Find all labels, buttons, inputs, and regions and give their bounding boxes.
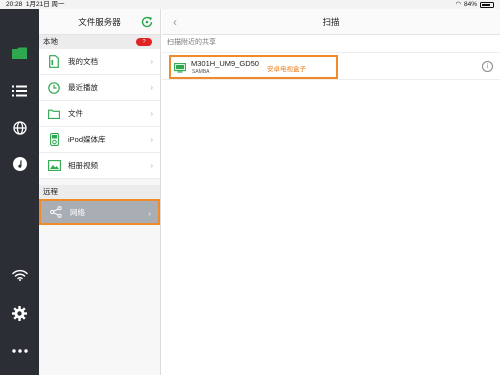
wifi-icon — [11, 269, 28, 281]
help-badge[interactable]: ? — [136, 38, 152, 46]
refresh-icon[interactable] — [140, 15, 154, 29]
status-left: 20:28 1月21日 周一 — [6, 0, 65, 9]
folder-icon — [12, 47, 27, 59]
sidebar-item-label: 文件 — [68, 109, 83, 118]
share-protocol: SAMBA — [192, 69, 210, 75]
clock-icon — [47, 81, 61, 95]
sidebar-item-my-documents[interactable]: 我的文档 › — [39, 49, 160, 75]
chevron-right-icon: › — [148, 209, 151, 218]
document-icon — [47, 55, 61, 69]
ipod-icon — [47, 133, 61, 147]
rail-list-button[interactable] — [0, 78, 39, 104]
scan-panel: ‹ 扫描 扫描附近的共享 M301H_UM9_GD50 SAMBA 安卓电视盒子… — [162, 9, 500, 375]
share-annotation: 安卓电视盒子 — [267, 66, 306, 73]
sidebar-item-ipod-library[interactable]: iPod媒体库 › — [39, 127, 160, 153]
rail-more-button[interactable] — [0, 338, 39, 364]
chevron-right-icon: › — [150, 83, 153, 92]
gear-icon — [12, 305, 27, 321]
wifi-status-icon: ◠ — [455, 1, 461, 8]
sidebar-item-photo-video[interactable]: 相册视频 › — [39, 153, 160, 179]
section-remote: 远程 — [39, 185, 160, 199]
chevron-right-icon: › — [150, 57, 153, 66]
monitor-icon — [174, 63, 186, 73]
section-remote-label: 远程 — [43, 187, 58, 196]
music-icon — [12, 157, 27, 171]
status-right: ◠ 84% — [455, 0, 494, 9]
battery-fill — [482, 3, 490, 6]
file-server-header: 文件服务器 — [39, 9, 160, 35]
scan-title: 扫描 — [322, 16, 340, 27]
file-server-title: 文件服务器 — [78, 16, 121, 27]
chevron-left-icon: ‹ — [173, 15, 177, 29]
share-item-highlight[interactable]: M301H_UM9_GD50 SAMBA 安卓电视盒子 — [169, 55, 338, 79]
chevron-right-icon: › — [150, 135, 153, 144]
sidebar-item-recent[interactable]: 最近播放 › — [39, 75, 160, 101]
sidebar-item-network[interactable]: 网络 › — [39, 199, 160, 225]
share-row[interactable]: M301H_UM9_GD50 SAMBA 安卓电视盒子 i — [162, 52, 500, 80]
more-icon — [11, 349, 28, 353]
status-date: 1月21日 周一 — [25, 1, 65, 8]
rail-wifi-button[interactable] — [0, 262, 39, 288]
app-rail — [0, 9, 39, 375]
sidebar-item-label: 相册视频 — [68, 161, 98, 170]
status-time: 20:28 — [6, 1, 23, 8]
globe-icon — [12, 121, 27, 135]
photo-video-icon — [47, 159, 61, 173]
nearby-shares-label: 扫描附近的共享 — [167, 39, 216, 46]
rail-files-button[interactable] — [0, 40, 39, 66]
battery-icon — [480, 1, 494, 8]
rail-web-button[interactable] — [0, 115, 39, 141]
rail-settings-button[interactable] — [0, 300, 39, 326]
battery-percent: 84% — [463, 1, 477, 8]
rail-music-button[interactable] — [0, 151, 39, 177]
sidebar-item-label: 网络 — [70, 207, 85, 217]
sidebar-item-label: 最近播放 — [68, 83, 98, 92]
back-button[interactable]: ‹ — [168, 13, 182, 31]
status-bar: 20:28 1月21日 周一 ◠ 84% — [0, 0, 500, 9]
sidebar-item-label: iPod媒体库 — [68, 135, 106, 144]
scan-header: ‹ 扫描 — [162, 9, 500, 35]
chevron-right-icon: › — [150, 109, 153, 118]
share-name: M301H_UM9_GD50 — [191, 59, 259, 68]
info-icon[interactable]: i — [482, 61, 493, 72]
share-network-icon — [49, 205, 63, 219]
section-local: 本地 ? — [39, 35, 160, 49]
sidebar-item-files[interactable]: 文件 › — [39, 101, 160, 127]
sidebar-item-label: 我的文档 — [68, 57, 98, 66]
section-local-label: 本地 — [43, 37, 58, 46]
list-icon — [12, 85, 27, 97]
chevron-right-icon: › — [150, 161, 153, 170]
folder-icon — [47, 107, 61, 121]
file-server-panel: 文件服务器 本地 ? 我的文档 › 最近播放 › 文件 › iPod媒体库 › … — [39, 9, 161, 375]
